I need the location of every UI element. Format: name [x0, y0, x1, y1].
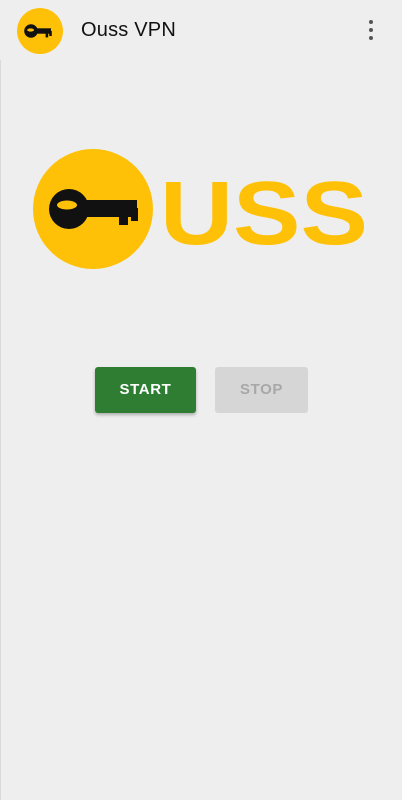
- logo-text: USS: [160, 164, 368, 264]
- app-logo-icon: [17, 8, 63, 54]
- stop-button[interactable]: STOP: [215, 367, 308, 413]
- app-title: Ouss VPN: [81, 19, 176, 41]
- app-bar: Ouss VPN: [0, 0, 402, 60]
- brand-logo: USS: [33, 149, 368, 269]
- key-logo-icon: [33, 149, 153, 269]
- start-button[interactable]: START: [95, 367, 196, 413]
- window-edge: [0, 0, 1, 800]
- more-vert-icon[interactable]: [359, 16, 383, 44]
